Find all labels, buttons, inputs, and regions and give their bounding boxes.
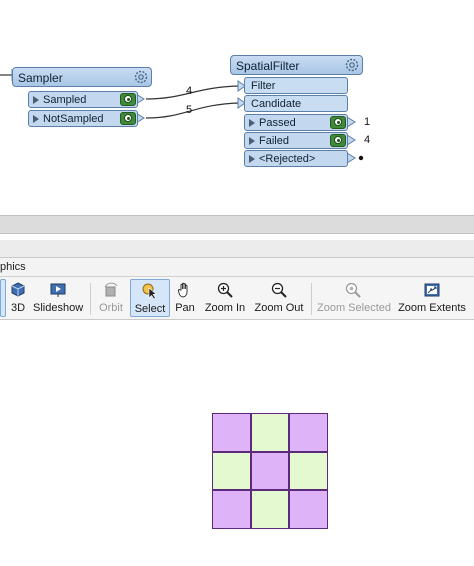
- zoom-in-icon: [217, 282, 233, 298]
- workspace-canvas[interactable]: Sampler Sampled NotSampled 4 5 SpatialFi…: [0, 0, 474, 215]
- grid-cell-purple[interactable]: [212, 490, 251, 529]
- port-label: Passed: [259, 117, 296, 129]
- toolbar-label: Orbit: [99, 302, 123, 314]
- toolbar-button-slideshow[interactable]: Slideshow: [33, 279, 83, 317]
- feature-inspector-eye-icon[interactable]: [120, 112, 136, 125]
- toolbar-button-pan[interactable]: Pan: [173, 279, 197, 317]
- rejected-terminator-dot: [358, 155, 364, 161]
- feature-inspector-eye-icon[interactable]: [330, 116, 346, 129]
- panel-tab-strip: [0, 258, 474, 277]
- toolbar-label: Pan: [175, 302, 195, 314]
- spatialfilter-output-passed[interactable]: Passed: [244, 114, 348, 131]
- spatialfilter-output-failed[interactable]: Failed: [244, 132, 348, 149]
- toolbar-button-zoom-extents[interactable]: Zoom Extents: [397, 279, 467, 317]
- feature-inspector-eye-icon[interactable]: [120, 93, 136, 106]
- grid-cell-green[interactable]: [212, 451, 251, 491]
- gear-icon[interactable]: [133, 69, 149, 85]
- toolbar-label: 3D: [10, 302, 26, 314]
- port-label: Sampled: [43, 94, 87, 106]
- toolbar-label: Select: [134, 303, 166, 315]
- toolbar-label: Zoom Extents: [398, 302, 466, 314]
- expand-triangle-icon[interactable]: [33, 96, 39, 104]
- grid-cell-green[interactable]: [289, 451, 328, 491]
- grid-cell-purple[interactable]: [212, 413, 251, 452]
- spatialfilter-title: SpatialFilter: [236, 59, 300, 73]
- port-label: Filter: [251, 80, 276, 92]
- toolbar-label: Zoom In: [204, 302, 246, 314]
- graphics-toolbar: 3D Slideshow Orbit Select Pan Zoom In Zo…: [0, 277, 474, 320]
- feature-inspector-eye-icon[interactable]: [330, 134, 346, 147]
- toolbar-button-zoom-selected[interactable]: Zoom Selected: [317, 279, 391, 317]
- toolbar-button-partial[interactable]: [0, 279, 6, 317]
- expand-triangle-icon[interactable]: [249, 137, 255, 145]
- select-icon: [142, 283, 157, 300]
- grid-cell-purple[interactable]: [250, 451, 290, 491]
- port-label: Candidate: [251, 98, 302, 110]
- failed-output-arrow: [346, 134, 356, 146]
- pan-hand-icon: [178, 282, 188, 298]
- zoom-selected-icon: [345, 282, 361, 298]
- toolbar-button-zoom-in[interactable]: Zoom In: [202, 279, 248, 317]
- grid-cell-purple[interactable]: [289, 490, 328, 529]
- port-label: NotSampled: [43, 113, 104, 125]
- passed-output-arrow: [346, 116, 356, 128]
- spatialfilter-output-rejected[interactable]: <Rejected>: [244, 150, 348, 167]
- 3d-icon: [11, 282, 25, 297]
- toolbar-button-zoom-out[interactable]: Zoom Out: [252, 279, 306, 317]
- toolbar-label: Zoom Out: [254, 302, 304, 314]
- grid-cell-green[interactable]: [250, 413, 290, 452]
- gear-icon[interactable]: [344, 57, 360, 73]
- feature-count-sampled: 4: [186, 85, 193, 97]
- slideshow-icon: [50, 283, 66, 297]
- toolbar-separator: [311, 283, 312, 315]
- spatialfilter-input-filter[interactable]: Filter: [244, 77, 348, 94]
- toolbar-label: Zoom Selected: [317, 302, 391, 314]
- pane-splitter[interactable]: [0, 215, 474, 234]
- expand-triangle-icon[interactable]: [33, 115, 39, 123]
- sampler-title: Sampler: [18, 71, 63, 85]
- spatialfilter-input-candidate[interactable]: Candidate: [244, 95, 348, 112]
- zoom-out-icon: [271, 282, 287, 298]
- port-label: <Rejected>: [259, 153, 316, 165]
- port-label: Failed: [259, 135, 289, 147]
- rejected-output-arrow: [346, 152, 356, 164]
- connection-sampled-filter[interactable]: [145, 85, 241, 100]
- expand-triangle-icon[interactable]: [249, 155, 255, 163]
- grid-cell-purple[interactable]: [289, 413, 328, 452]
- connection-notsampled-candidate[interactable]: [145, 102, 241, 119]
- toolbar-button-orbit[interactable]: Orbit: [96, 279, 126, 317]
- sampler-port-notsampled[interactable]: NotSampled: [28, 110, 138, 127]
- grid-cell-green[interactable]: [250, 490, 290, 529]
- feature-count-notsampled: 5: [186, 104, 193, 116]
- panel-title-bar: [0, 240, 474, 258]
- feature-grid: [212, 413, 328, 529]
- expand-triangle-icon[interactable]: [249, 119, 255, 127]
- spatialfilter-node-header[interactable]: SpatialFilter: [230, 55, 363, 75]
- toolbar-button-select[interactable]: Select: [130, 279, 170, 317]
- panel-tab-label[interactable]: phics: [0, 261, 26, 273]
- feature-count-failed: 4: [364, 134, 371, 146]
- toolbar-button-3d[interactable]: 3D: [7, 279, 29, 317]
- toolbar-separator: [90, 283, 91, 315]
- sampler-node-header[interactable]: Sampler: [12, 67, 152, 87]
- sampler-port-sampled[interactable]: Sampled: [28, 91, 138, 108]
- orbit-icon: [104, 282, 118, 297]
- toolbar-label: Slideshow: [33, 302, 84, 314]
- feature-count-passed: 1: [364, 116, 371, 128]
- zoom-extents-icon: [424, 283, 440, 297]
